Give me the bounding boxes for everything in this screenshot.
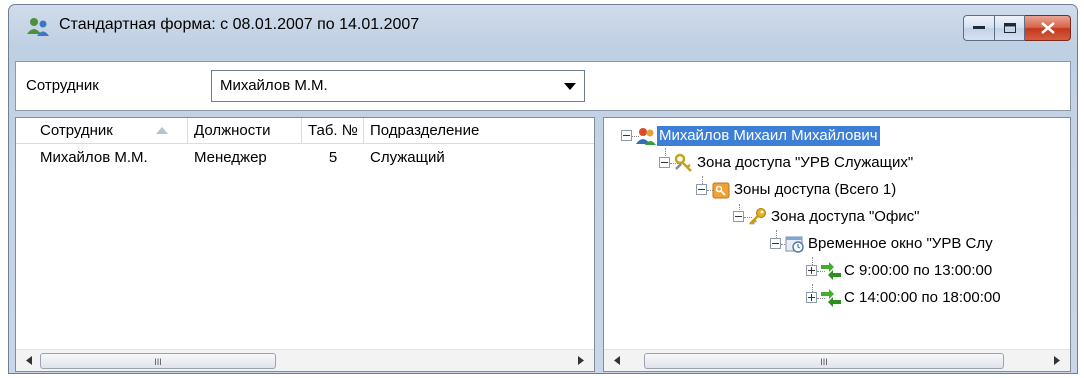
chevron-down-icon: [564, 83, 576, 90]
tree-node-label: С 9:00:00 по 13:00:00: [844, 262, 993, 279]
grid-header: Сотрудник Должности Таб. № Подразделение: [16, 118, 594, 144]
column-header-department[interactable]: Подразделение: [364, 118, 516, 144]
tree-view: Михайлов Михаил Михайлович Зона доступа …: [604, 118, 1070, 349]
collapse-toggle[interactable]: [621, 130, 632, 141]
scroll-grip: III: [154, 357, 162, 367]
column-header-label: Подразделение: [370, 122, 480, 139]
collapse-toggle[interactable]: [696, 184, 707, 195]
tree-node-label: Зоны доступа (Всего 1): [734, 181, 897, 198]
collapse-toggle[interactable]: [770, 238, 781, 249]
in-out-arrows-icon: [821, 289, 841, 307]
users-icon: [27, 18, 49, 36]
access-tree: Михайлов Михаил Михайлович Зона доступа …: [603, 117, 1071, 372]
tree-node-label: Михайлов Михаил Михайлович: [657, 126, 880, 146]
column-header-label: Сотрудник: [40, 122, 113, 139]
key-folder-icon: [712, 182, 730, 199]
scroll-grip: III: [820, 357, 828, 367]
key-icon: [749, 208, 766, 225]
filter-bar: Сотрудник Михайлов М.М.: [15, 61, 1071, 111]
minimize-button[interactable]: [963, 15, 995, 41]
cell-employee: Михайлов М.М.: [40, 149, 148, 166]
collapse-toggle[interactable]: [659, 157, 670, 168]
expand-toggle[interactable]: [806, 265, 817, 276]
expand-toggle[interactable]: [806, 292, 817, 303]
column-header-position[interactable]: Должности: [188, 118, 302, 144]
cell-tab-number: 5: [328, 149, 338, 166]
scroll-right-icon[interactable]: [578, 356, 584, 365]
title-bar[interactable]: Стандартная форма: с 08.01.2007 по 14.01…: [9, 5, 1077, 49]
scroll-left-icon[interactable]: [26, 356, 32, 365]
close-button[interactable]: [1025, 15, 1071, 41]
column-header-label: Таб. №: [308, 122, 358, 139]
employee-dropdown-value: Михайлов М.М.: [220, 77, 328, 94]
collapse-toggle[interactable]: [733, 211, 744, 222]
in-out-arrows-icon: [821, 262, 841, 280]
clock-window-icon: [785, 236, 804, 253]
tree-node-label: Временное окно "УРВ Слу: [808, 235, 993, 252]
table-row[interactable]: Михайлов М.М. Менеджер 5 Служащий: [16, 146, 516, 168]
column-header-tab-number[interactable]: Таб. №: [302, 118, 364, 144]
grid-horizontal-scrollbar[interactable]: III: [16, 349, 594, 371]
tree-node-label: С 14:00:00 по 18:00:00: [844, 289, 1001, 306]
window-title: Стандартная форма: с 08.01.2007 по 14.01…: [59, 16, 420, 33]
column-header-label: Должности: [194, 122, 271, 139]
app-window: Стандартная форма: с 08.01.2007 по 14.01…: [8, 4, 1078, 374]
keys-icon: [674, 153, 692, 172]
maximize-icon: [1003, 23, 1016, 33]
close-icon: [1040, 22, 1055, 34]
tree-node-label: Зона доступа "Офис": [771, 208, 920, 225]
scroll-right-icon[interactable]: [1054, 356, 1060, 365]
employee-dropdown[interactable]: Михайлов М.М.: [211, 70, 585, 102]
scroll-left-icon[interactable]: [614, 356, 620, 365]
cell-department: Служащий: [370, 149, 445, 166]
cell-position: Менеджер: [194, 149, 267, 166]
users-icon: [636, 128, 656, 145]
scroll-thumb[interactable]: III: [644, 353, 1004, 369]
employee-grid: Сотрудник Должности Таб. № Подразделение…: [15, 117, 595, 372]
scroll-thumb[interactable]: III: [40, 353, 276, 369]
column-header-employee[interactable]: Сотрудник: [16, 118, 188, 144]
sort-ascending-icon: [156, 127, 168, 134]
maximize-button[interactable]: [995, 15, 1025, 41]
employee-filter-label: Сотрудник: [26, 77, 99, 94]
tree-node-label: Зона доступа "УРВ Служащих": [697, 154, 914, 171]
tree-horizontal-scrollbar[interactable]: III: [604, 349, 1070, 371]
minimize-icon: [973, 26, 985, 29]
